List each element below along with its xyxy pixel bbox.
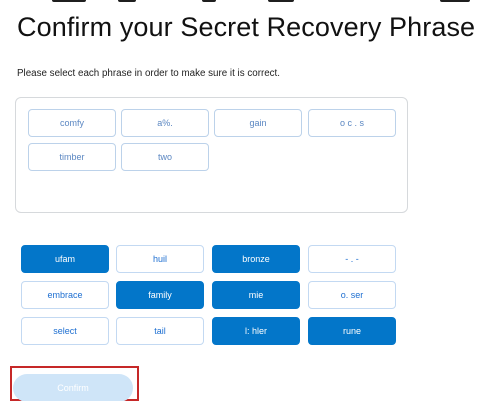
- top-strip-fragment: [440, 0, 470, 2]
- word-label: family: [148, 290, 172, 300]
- selected-word-chip[interactable]: timber: [28, 143, 116, 171]
- selected-word-label: comfy: [59, 118, 84, 128]
- word-label: embrace: [47, 290, 83, 300]
- word-label: bronze: [242, 254, 270, 264]
- word-label: - . -: [345, 254, 359, 264]
- word-label: tail: [154, 326, 166, 336]
- top-strip-fragment: [52, 0, 86, 2]
- word-label: o. ser: [340, 290, 364, 300]
- word-label: rune: [342, 326, 361, 336]
- top-strip-fragment: [118, 0, 136, 2]
- confirm-button[interactable]: Confirm: [13, 374, 133, 401]
- confirm-recovery-phrase-page: Confirm your Secret Recovery Phrase Plea…: [0, 0, 490, 401]
- word-chip[interactable]: select: [21, 317, 109, 345]
- word-chip[interactable]: o. ser: [308, 281, 396, 309]
- selected-word-chip[interactable]: gain: [214, 109, 302, 137]
- selected-word-label: o c . s: [339, 118, 364, 128]
- selected-word-chip[interactable]: two: [121, 143, 209, 171]
- word-chip[interactable]: rune: [308, 317, 396, 345]
- selected-word-label: two: [157, 152, 172, 162]
- word-chip[interactable]: bronze: [212, 245, 300, 273]
- word-chip[interactable]: family: [116, 281, 204, 309]
- top-strip-fragment: [202, 0, 216, 2]
- top-strip-fragment: [268, 0, 294, 2]
- word-chip[interactable]: tail: [116, 317, 204, 345]
- selected-word-label: timber: [59, 152, 85, 162]
- word-label: ufam: [54, 254, 75, 264]
- word-chip[interactable]: ufam: [21, 245, 109, 273]
- page-title: Confirm your Secret Recovery Phrase: [17, 12, 476, 42]
- word-chip[interactable]: huil: [116, 245, 204, 273]
- top-strip: [0, 0, 490, 4]
- selected-word-label: a%.: [157, 118, 173, 128]
- selected-word-chip[interactable]: a%.: [121, 109, 209, 137]
- word-chip[interactable]: embrace: [21, 281, 109, 309]
- instruction-text: Please select each phrase in order to ma…: [17, 68, 281, 79]
- selected-word-chip[interactable]: o c . s: [308, 109, 396, 137]
- word-chip[interactable]: l: hler: [212, 317, 300, 345]
- word-label: select: [53, 326, 77, 336]
- selected-word-label: gain: [249, 118, 267, 128]
- word-label: huil: [152, 254, 167, 264]
- selected-phrase-box: comfy a%. gain o c . s timber two: [15, 97, 408, 213]
- selected-word-chip[interactable]: comfy: [28, 109, 116, 137]
- word-chip[interactable]: - . -: [308, 245, 396, 273]
- word-label: l: hler: [244, 326, 267, 336]
- word-chip[interactable]: mie: [212, 281, 300, 309]
- word-label: mie: [248, 290, 264, 300]
